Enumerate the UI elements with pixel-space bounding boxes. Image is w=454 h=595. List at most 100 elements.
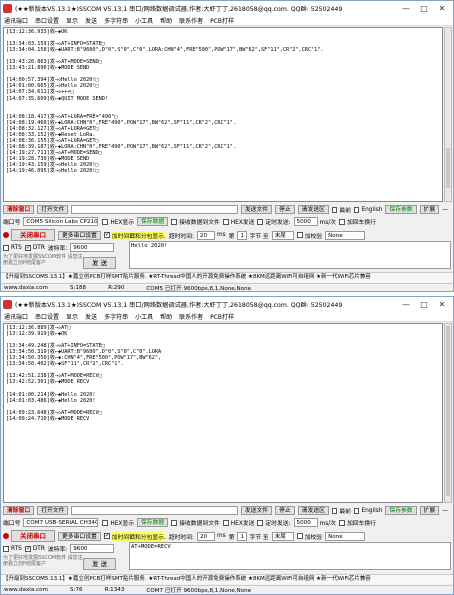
- open-file-button[interactable]: 打开文件: [37, 205, 69, 214]
- timed-send-checkbox[interactable]: [257, 218, 264, 225]
- end-select[interactable]: 末尾: [271, 230, 294, 240]
- hex-display-checkbox[interactable]: [102, 218, 109, 225]
- save-data-button[interactable]: 保存数据: [137, 518, 169, 527]
- expand-button[interactable]: 扩展: [419, 506, 440, 515]
- send-button[interactable]: 发 送: [83, 257, 117, 269]
- expand-button[interactable]: 扩展: [419, 205, 440, 214]
- stop-button[interactable]: 停止: [275, 205, 295, 214]
- menu-item[interactable]: 串口设置: [35, 16, 59, 25]
- menu-item[interactable]: 显示: [66, 312, 78, 321]
- log-scrollbar[interactable]: [444, 323, 452, 503]
- recv-to-file-checkbox[interactable]: [171, 519, 178, 526]
- timestamp-checkbox[interactable]: [103, 532, 110, 539]
- menu-item[interactable]: 多字符串: [104, 312, 128, 321]
- timestamp-checkbox[interactable]: [103, 231, 110, 238]
- close-icon[interactable]: ✕: [433, 300, 451, 309]
- add-crlf-checkbox[interactable]: [338, 218, 345, 225]
- menu-item[interactable]: 发送: [85, 16, 97, 25]
- title-bar[interactable]: (★★新版本V5.13.1★)SSCOM V5.13.1 串口/网络数据调试器,…: [1, 297, 453, 311]
- menu-item[interactable]: 多字符串: [104, 16, 128, 25]
- stop-button[interactable]: 停止: [275, 506, 295, 515]
- menu-item[interactable]: 帮助: [160, 312, 172, 321]
- maximize-icon[interactable]: □: [415, 300, 433, 309]
- close-port-button[interactable]: 关闭串口: [11, 530, 55, 542]
- interval-input[interactable]: 5000: [293, 217, 318, 226]
- checksum-select[interactable]: None: [325, 531, 366, 541]
- save-data-button[interactable]: 保存数据: [137, 217, 169, 226]
- baud-select[interactable]: 9600: [70, 243, 115, 252]
- more-settings-button[interactable]: 更多串口设置: [58, 531, 101, 541]
- status-site[interactable]: www.daxia.com: [4, 587, 48, 593]
- clear-window-button[interactable]: 清除窗口: [3, 506, 35, 515]
- timed-send-checkbox[interactable]: [257, 519, 264, 526]
- log-scrollbar[interactable]: [444, 27, 452, 202]
- ad-banner[interactable]: 【升级到SSCOM5.13.1】★嘉立创PCB打样SMT贴片服务. ★RT-Th…: [1, 272, 453, 282]
- timeout-input[interactable]: 20: [196, 531, 215, 541]
- close-port-button[interactable]: 关闭串口: [11, 229, 55, 241]
- timeout-input[interactable]: 20: [196, 230, 215, 240]
- menu-item[interactable]: 联系作者: [179, 312, 203, 321]
- port-select[interactable]: COM5 Silicon Labs CP210x U: [23, 217, 99, 226]
- more-settings-button[interactable]: 更多串口设置: [58, 230, 101, 240]
- menu-item[interactable]: 帮助: [160, 16, 172, 25]
- receive-log[interactable]: [13:12:36.933]收←◆OK [13:34:03.159]发→◇AT+…: [3, 27, 443, 202]
- hex-send-checkbox[interactable]: [222, 218, 229, 225]
- menu-item[interactable]: 联系作者: [179, 16, 203, 25]
- menu-item[interactable]: PCB打样: [210, 16, 234, 25]
- send-file-button[interactable]: 发送文件: [240, 205, 273, 214]
- scrollbar-thumb[interactable]: [446, 148, 450, 188]
- scrollbar-thumb[interactable]: [446, 326, 450, 496]
- add-crlf-checkbox[interactable]: [338, 519, 345, 526]
- clear-window-button[interactable]: 清除窗口: [3, 205, 35, 214]
- minimize-icon[interactable]: —: [397, 300, 415, 309]
- title-bar[interactable]: (★★新版本V5.13.1★)SSCOM V5.13.1 串口/网络数据调试器,…: [1, 1, 453, 15]
- baud-select[interactable]: 9600: [70, 544, 115, 553]
- menu-item[interactable]: 通讯端口: [4, 312, 28, 321]
- file-path-input[interactable]: [71, 506, 238, 515]
- english-checkbox[interactable]: [353, 206, 360, 213]
- menu-item[interactable]: 显示: [66, 16, 78, 25]
- send-file-button[interactable]: 发送文件: [240, 506, 273, 515]
- top-most-checkbox[interactable]: [331, 507, 338, 514]
- minimize-icon[interactable]: —: [397, 4, 415, 13]
- send-input[interactable]: Hello 2020!: [129, 241, 451, 269]
- clear-send-button[interactable]: 清发送区: [297, 205, 329, 214]
- english-checkbox[interactable]: [353, 507, 360, 514]
- menu-item[interactable]: 小工具: [135, 312, 153, 321]
- app-icon: [3, 299, 12, 309]
- checksum-checkbox[interactable]: [296, 533, 303, 539]
- byte-input[interactable]: 1: [237, 531, 248, 541]
- end-select[interactable]: 末尾: [271, 531, 294, 541]
- menu-item[interactable]: 小工具: [135, 16, 153, 25]
- rts-checkbox[interactable]: [3, 545, 9, 552]
- save-params-button[interactable]: 保存参数: [385, 205, 417, 214]
- save-params-button[interactable]: 保存参数: [385, 506, 417, 515]
- top-most-checkbox[interactable]: [331, 206, 338, 213]
- close-icon[interactable]: ✕: [433, 4, 451, 13]
- hex-display-checkbox[interactable]: [102, 519, 109, 526]
- send-input[interactable]: AT+MODE=RECV: [129, 542, 451, 570]
- menu-item[interactable]: PCB打样: [210, 312, 234, 321]
- ad-banner[interactable]: 【升级到SSCOM5.13.1】★嘉立创PCB打样SMT贴片服务. ★RT-Th…: [1, 574, 453, 584]
- maximize-icon[interactable]: □: [415, 4, 433, 13]
- status-site[interactable]: www.daxia.com: [4, 285, 48, 291]
- clear-send-button[interactable]: 清发送区: [297, 506, 329, 515]
- interval-input[interactable]: 5000: [293, 518, 318, 527]
- rts-checkbox[interactable]: [3, 244, 9, 251]
- send-button[interactable]: 发 送: [83, 558, 117, 570]
- port-select[interactable]: COM7 USB-SERIAL CH340: [23, 518, 99, 527]
- checksum-select[interactable]: None: [325, 230, 366, 240]
- menu-item[interactable]: 通讯端口: [4, 16, 28, 25]
- receive-log[interactable]: [13:12:36.889]发→◇AT□ [13:12:39.919]收←◆OK …: [3, 323, 443, 503]
- hex-send-checkbox[interactable]: [222, 519, 229, 526]
- port-row: 端口号 COM7 USB-SERIAL CH340 HEX显示 保存数据 接收数…: [3, 518, 451, 527]
- dtr-checkbox[interactable]: [24, 545, 31, 552]
- menu-item[interactable]: 串口设置: [35, 312, 59, 321]
- menu-item[interactable]: 发送: [85, 312, 97, 321]
- recv-to-file-checkbox[interactable]: [171, 218, 178, 225]
- checksum-checkbox[interactable]: [296, 232, 303, 238]
- file-path-input[interactable]: [71, 205, 238, 214]
- byte-input[interactable]: 1: [237, 230, 248, 240]
- open-file-button[interactable]: 打开文件: [37, 506, 69, 515]
- dtr-checkbox[interactable]: [24, 244, 31, 251]
